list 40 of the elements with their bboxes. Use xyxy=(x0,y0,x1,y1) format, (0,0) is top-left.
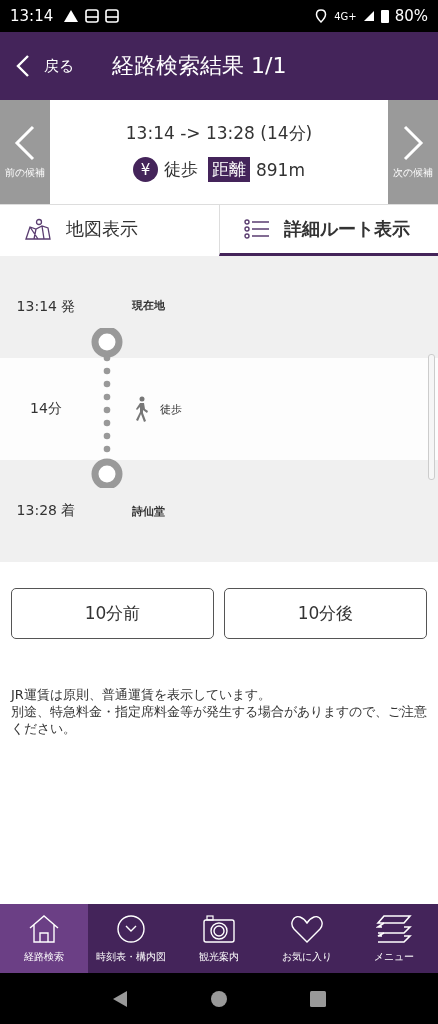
back-triangle-icon[interactable] xyxy=(111,989,128,1008)
status-time: 13:14 xyxy=(10,7,54,25)
route-mode: 徒歩 xyxy=(164,158,198,181)
time-label: 13:28 着 xyxy=(15,502,77,520)
home-circle-icon[interactable] xyxy=(211,990,227,1007)
chevron-left-icon xyxy=(14,124,36,161)
signal-icon xyxy=(362,10,375,22)
map-icon xyxy=(24,217,52,241)
fare-badge: ¥ xyxy=(133,157,158,182)
warning-icon xyxy=(63,9,80,23)
screen-title: 経路検索結果 1/1 xyxy=(112,52,287,80)
battery-percent: 80% xyxy=(394,7,428,25)
clock-icon xyxy=(116,913,147,944)
route-times: 13:14 -> 13:28 (14分) xyxy=(125,122,313,145)
layers-icon xyxy=(376,913,413,944)
network-label: 4G+ xyxy=(334,10,357,22)
note-text: 別途、特急料金・指定席料金等が発生する場合がありますので、ご注意ください。 xyxy=(11,703,427,738)
chevron-left-icon xyxy=(16,54,30,78)
station-name: 詩仙堂 xyxy=(132,503,165,519)
note-text: JR運賃は原則、普通運賃を表示しています。 xyxy=(11,687,272,704)
distance-value: 891m xyxy=(256,159,305,180)
time-label: 13:14 発 xyxy=(15,298,77,316)
battery-icon xyxy=(380,9,389,23)
shift-time-button[interactable]: 10分後 xyxy=(224,588,427,639)
notification-icon xyxy=(85,9,100,23)
camera-icon xyxy=(202,913,236,944)
location-icon xyxy=(314,9,329,23)
segment-mode: 徒歩 xyxy=(160,401,182,417)
recents-square-icon[interactable] xyxy=(310,990,327,1007)
shift-time-button[interactable]: 10分前 xyxy=(11,588,214,639)
chevron-right-icon xyxy=(402,124,424,161)
nav-item[interactable]: 経路検索 xyxy=(0,904,88,973)
list-icon xyxy=(243,218,270,240)
view-tab[interactable]: 詳細ルート表示 xyxy=(218,205,438,256)
heart-icon xyxy=(289,913,324,944)
back-button[interactable]: 戻る xyxy=(0,42,86,90)
distance-tag: 距離 xyxy=(208,157,250,182)
time-label: 14分 xyxy=(29,400,63,418)
station-name: 現在地 xyxy=(132,298,165,313)
notification-icon xyxy=(105,9,120,23)
